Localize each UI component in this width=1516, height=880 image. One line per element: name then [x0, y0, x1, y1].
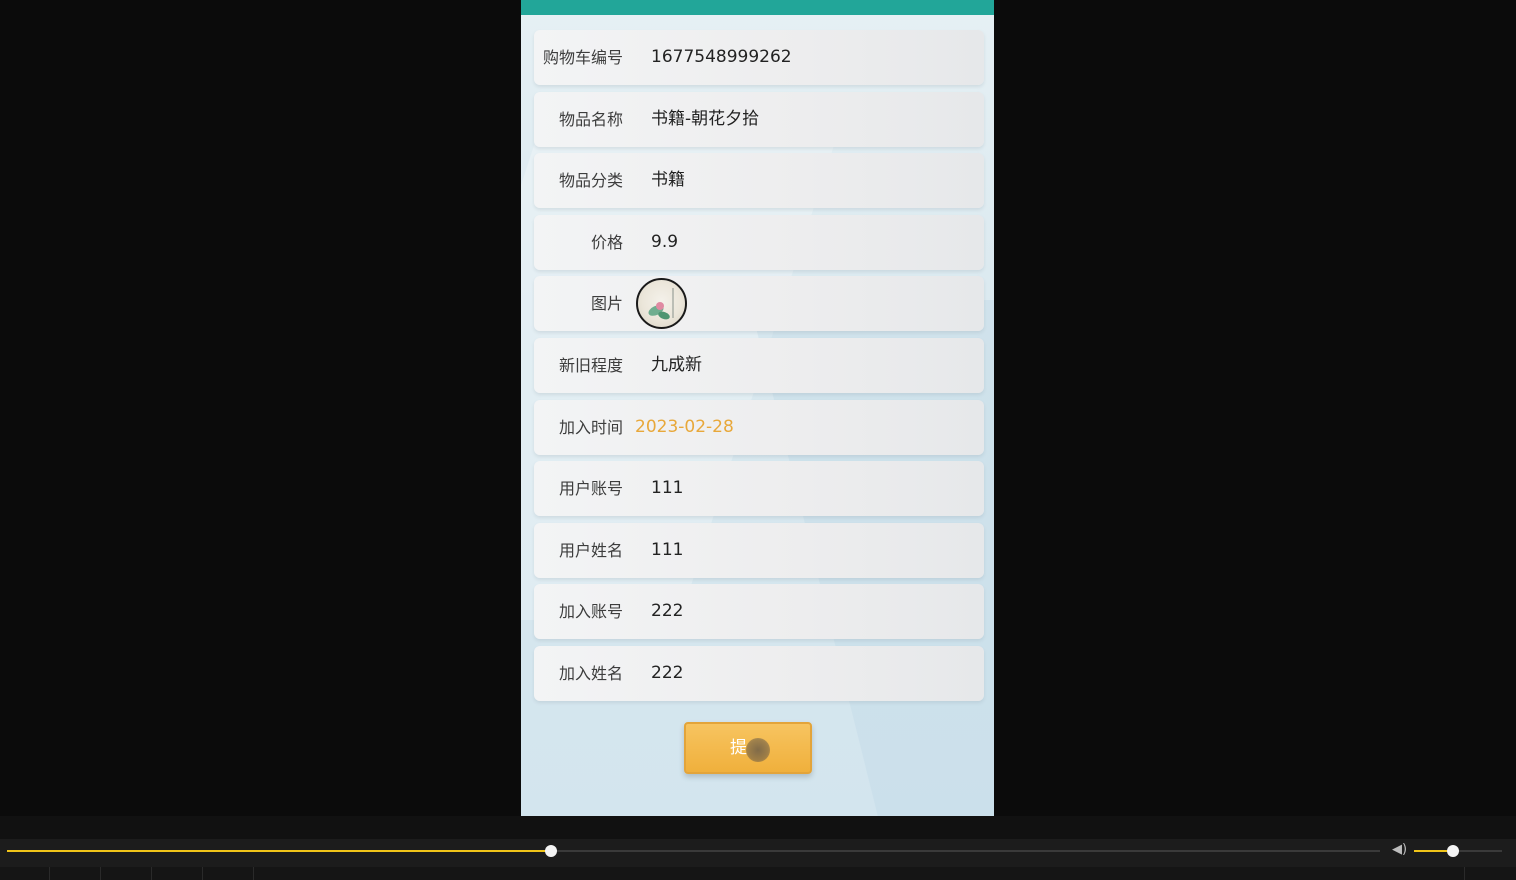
player-segment — [1464, 867, 1516, 880]
form-row-item-category: 物品分类 书籍 — [534, 153, 984, 209]
field-label: 物品名称 — [558, 109, 623, 129]
form-row-image: 图片 — [534, 276, 984, 332]
item-image-thumbnail[interactable] — [636, 278, 687, 330]
form-row-item-name: 物品名称 书籍-朝花夕拾 — [534, 91, 984, 147]
field-label: 用户账号 — [558, 479, 623, 499]
field-value: 1677548999262 — [651, 47, 792, 67]
field-value: 111 — [651, 539, 684, 560]
field-value: 222 — [651, 601, 684, 622]
field-value: 九成新 — [651, 354, 702, 375]
image-leaf — [657, 310, 671, 322]
field-label: 加入账号 — [558, 602, 623, 622]
mobile-app-screen: 购物车编号 1677548999262 物品名称 书籍-朝花夕拾 物品分类 书籍… — [521, 0, 994, 816]
cart-detail-form: 购物车编号 1677548999262 物品名称 书籍-朝花夕拾 物品分类 书籍… — [534, 30, 984, 708]
touch-cursor-indicator — [746, 738, 770, 762]
field-value: 222 — [651, 662, 684, 683]
video-player-controls: ◀) — [0, 816, 1516, 880]
form-row-added-account: 加入账号 222 — [534, 584, 984, 640]
header-bar — [521, 0, 994, 15]
player-segment — [152, 867, 203, 880]
volume-track[interactable] — [1414, 845, 1502, 857]
player-segment — [101, 867, 152, 880]
player-segment — [50, 867, 101, 880]
field-value: 书籍 — [651, 170, 685, 191]
form-row-price: 价格 9.9 — [534, 214, 984, 270]
field-label: 新旧程度 — [558, 355, 623, 375]
progress-track[interactable] — [7, 845, 1380, 857]
form-row-user-name: 用户姓名 111 — [534, 522, 984, 578]
speaker-icon[interactable]: ◀) — [1392, 843, 1408, 857]
image-ink-stroke — [672, 288, 674, 319]
field-value: 书籍-朝花夕拾 — [651, 108, 760, 129]
field-label: 加入姓名 — [558, 663, 623, 683]
form-row-added-name: 加入姓名 222 — [534, 645, 984, 701]
date-field-value[interactable]: 2023-02-28 — [635, 400, 734, 455]
form-row-condition: 新旧程度 九成新 — [534, 337, 984, 393]
volume-handle[interactable] — [1446, 845, 1459, 857]
player-control-bar — [0, 839, 1516, 867]
form-row-user-account: 用户账号 111 — [534, 461, 984, 517]
player-segment — [0, 867, 50, 880]
field-label: 用户姓名 — [558, 540, 623, 560]
form-row-added-time: 加入时间 2023-02-28 — [534, 399, 984, 455]
field-label: 购物车编号 — [542, 48, 623, 67]
form-row-cart-id: 购物车编号 1677548999262 — [534, 30, 984, 85]
field-label: 图片 — [590, 294, 623, 314]
player-segment — [203, 867, 254, 880]
progress-handle[interactable] — [544, 845, 557, 857]
field-label: 价格 — [590, 232, 623, 252]
player-bottom-strip — [0, 867, 1516, 880]
progress-fill — [7, 850, 551, 852]
video-frame: 购物车编号 1677548999262 物品名称 书籍-朝花夕拾 物品分类 书籍… — [0, 0, 1516, 816]
field-value: 111 — [651, 478, 684, 499]
field-value: 9.9 — [651, 231, 679, 252]
field-label: 物品分类 — [558, 171, 623, 191]
field-label: 加入时间 — [558, 417, 623, 437]
